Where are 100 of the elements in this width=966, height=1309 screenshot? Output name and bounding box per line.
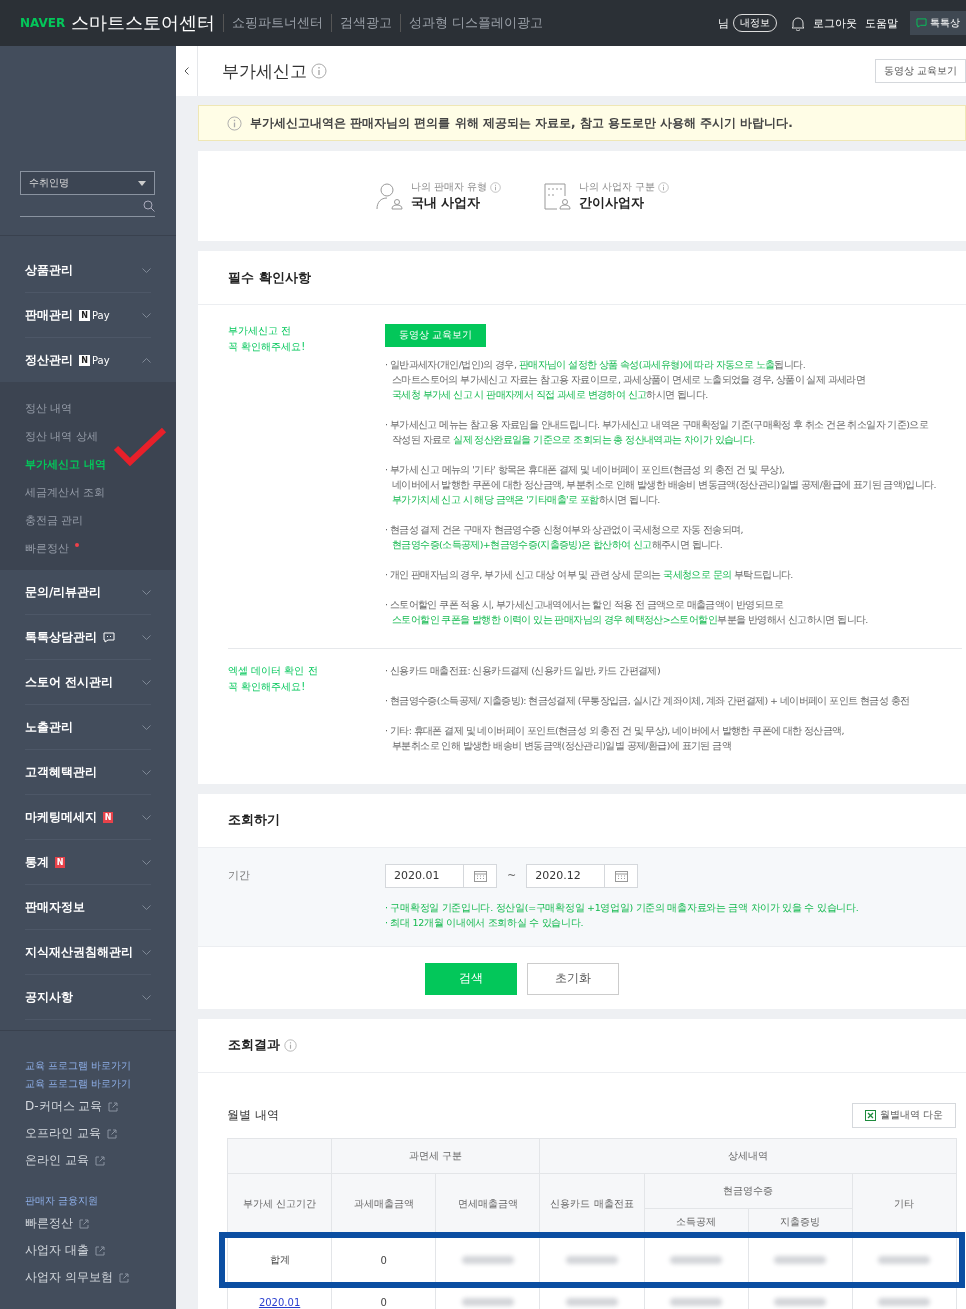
- external-link[interactable]: 온라인 교육: [25, 1147, 151, 1174]
- menu-label: 마케팅메세지: [25, 808, 97, 826]
- notice-bullet: · 개인 판매자님의 경우, 부가세 신고 대상 여부 및 관련 상세 문의는 국세청으로 문의 부탁드립니다.: [385, 567, 794, 582]
- page-title: 부가세신고: [222, 59, 307, 83]
- external-link[interactable]: D-커머스 교육: [25, 1093, 151, 1120]
- info-icon: [284, 1038, 297, 1052]
- menu-label: 정산관리: [25, 351, 73, 369]
- chevron-down-icon: [142, 814, 151, 820]
- chevron-down-icon: [142, 267, 151, 273]
- reset-button[interactable]: 초기화: [527, 962, 619, 995]
- column-header: 기타: [852, 1173, 957, 1235]
- pay-label: Pay: [92, 309, 110, 321]
- sidebar-menu-item[interactable]: 톡톡상담관리: [25, 615, 151, 660]
- search-icon: [143, 199, 155, 212]
- chevron-down-icon: [142, 994, 151, 1000]
- link-group-title: 교육 프로그램 바로가기: [25, 1059, 133, 1073]
- section-title: 조회하기: [228, 811, 280, 829]
- menu-label: 스토어 전시관리: [25, 673, 114, 691]
- external-link[interactable]: 빠른정산: [25, 1210, 151, 1237]
- end-date-field[interactable]: 2020.12: [526, 863, 639, 888]
- search-type-dropdown[interactable]: 수취인명: [20, 171, 155, 195]
- menu-label: 톡톡상담관리: [25, 628, 97, 646]
- submenu-item[interactable]: 빠른정산: [25, 534, 151, 562]
- column-header: 면세매출금액: [435, 1173, 540, 1235]
- chevron-down-icon: [142, 724, 151, 730]
- notification-dot: [75, 543, 79, 547]
- external-link[interactable]: 사업자 대출: [25, 1237, 151, 1264]
- notice-bullet: · 신용카드 매출전표: 신용카드결제 (신용카드 일반, 카드 간편결제): [385, 663, 661, 678]
- external-link[interactable]: 사업자 의무보험: [25, 1264, 151, 1291]
- logout-link[interactable]: 로그아웃: [813, 15, 857, 31]
- external-link-icon: [108, 1101, 119, 1112]
- section-title: 필수 확인사항: [228, 268, 311, 287]
- column-header: 부가세 신고기간: [227, 1173, 332, 1235]
- start-date-field[interactable]: 2020.01: [385, 863, 497, 888]
- header-link[interactable]: 성과형 디스플레이광고: [400, 14, 552, 32]
- submenu-item[interactable]: 부가세신고 내역: [25, 450, 151, 478]
- info-label: 나의 판매자 유형: [410, 180, 487, 194]
- menu-label: 판매자정보: [25, 898, 85, 916]
- info-icon: [658, 181, 670, 193]
- submenu-item[interactable]: 정산 내역: [25, 394, 151, 422]
- help-link[interactable]: 도움말: [865, 15, 898, 31]
- month-link[interactable]: 2020.01: [258, 1297, 301, 1308]
- submenu-item[interactable]: 정산 내역 상세: [25, 422, 151, 450]
- menu-label: 통계: [25, 853, 49, 871]
- column-group-header: 과면세 구분: [331, 1138, 540, 1173]
- submenu-item[interactable]: 충전금 관리: [25, 506, 151, 534]
- sidebar-menu-item[interactable]: 마케팅메세지 N: [25, 795, 151, 840]
- chevron-down-icon: [142, 634, 151, 640]
- new-badge: N: [55, 856, 65, 868]
- excel-download-button[interactable]: 월별내역 다운: [851, 1102, 956, 1128]
- user-name: 님: [718, 15, 729, 31]
- hint-text: · 구매확정일 기준입니다. 정산일(=구매확정일 +1영업일) 기준의 매출자료와는 금액 차이가 있을 수 있습니다.: [385, 900, 860, 915]
- menu-label: 공지사항: [25, 988, 73, 1006]
- notice-bullet: · 스토어할인 쿠폰 적용 시, 부가세신고내역에서는 할인 적용 전 금액으로 매출금액이 반영되므로 스토어할인 쿠폰을 발행한 이력이 있는 판매자님의 경우 혜택정산>스토어할인부분을 반영해서 신고하시면 됩니다.: [385, 597, 869, 627]
- section-title: 조회결과: [228, 1036, 280, 1054]
- menu-label: 판매관리: [25, 306, 73, 324]
- sidebar-menu-item[interactable]: 상품관리: [25, 248, 151, 293]
- sidebar-menu-item[interactable]: 판매자정보: [25, 885, 151, 930]
- submenu-item[interactable]: 세금계산서 조회: [25, 478, 151, 506]
- caret-icon: [138, 180, 146, 186]
- external-link-icon: [118, 1272, 129, 1283]
- calendar-icon: [614, 869, 628, 882]
- video-tutorial-button[interactable]: 동영상 교육보기: [874, 59, 966, 83]
- npay-logo: N: [79, 309, 90, 321]
- section-label: 부가세신고 전 꼭 확인해주세요!: [228, 324, 307, 354]
- external-link[interactable]: 오프라인 교육: [25, 1120, 151, 1147]
- external-link-icon: [79, 1218, 89, 1229]
- header-link[interactable]: 쇼핑파트너센터: [223, 14, 332, 32]
- info-icon: [311, 63, 327, 79]
- sidebar-menu-item[interactable]: 고객혜택관리: [25, 750, 151, 795]
- chevron-up-icon: [142, 357, 151, 363]
- header-link[interactable]: 검색광고: [331, 14, 401, 32]
- sidebar-menu-item[interactable]: 문의/리뷰관리: [25, 570, 151, 615]
- sidebar-menu-item[interactable]: 통계 N: [25, 840, 151, 885]
- pay-label: Pay: [92, 354, 110, 366]
- field-label: 기간: [228, 868, 251, 883]
- bell-icon[interactable]: [791, 15, 805, 31]
- sidebar-menu-item[interactable]: 스토어 전시관리: [25, 660, 151, 705]
- chevron-down-icon: [142, 312, 151, 318]
- notice-bullet: · 부가세 신고 메뉴의 '기타' 항목은 휴대폰 결제 및 네이버페이 포인트(현금성 외 충전 건 및 무상), 네이버에서 발행한 쿠폰에 대한 정산금액, 부분취소로 인해 발생한 배송비 변동금액(정산관리)일별 공제/환급에 표기된 금액)입니다. 부가가치세 신고 시 해당 금액은 '기타매출'로 포함하시면 됩니다.: [385, 462, 937, 507]
- sidebar-menu-item[interactable]: 판매관리 N Pay: [25, 293, 151, 338]
- notice-bullet: · 현금성 결제 건은 구매자 현금영수증 신청여부와 상관없이 국세청으로 자동 전송되며, 현금영수증(소득공제)+현금영수증(지출증빙)은 합산하여 신고해주시면 됩니다.: [385, 522, 745, 552]
- chevron-down-icon: [142, 859, 151, 865]
- chevron-left-icon: [184, 67, 189, 75]
- menu-label: 지식재산권침해관리: [25, 943, 133, 961]
- sidebar-menu-item[interactable]: 노출관리: [25, 705, 151, 750]
- menu-label: 상품관리: [25, 261, 73, 279]
- info-value: 국내 사업자: [410, 194, 482, 212]
- sidebar-menu-item[interactable]: 공지사항: [25, 975, 151, 1020]
- building-icon: [543, 181, 573, 211]
- link-group-title: 판매자 금융지원: [25, 1194, 100, 1208]
- chat-icon: [103, 631, 115, 643]
- sidebar-menu-item[interactable]: 지식재산권침해관리: [25, 930, 151, 975]
- notice-bullet: · 부가세신고 메뉴는 참고용 자료임을 안내드립니다. 부가세신고 내역은 구매확정일 기준(구매확정 후 취소 건은 취소일자 기준)으로 작성된 자료로 실제 정산완료일을 기준으로 조회되는 총 정산내역과는 차이가 있습니다.: [385, 417, 930, 447]
- link-group-title: 교육 프로그램 바로가기: [25, 1077, 133, 1091]
- external-link-icon: [106, 1128, 117, 1139]
- talk-button[interactable]: 톡톡상: [910, 11, 966, 35]
- excel-icon: [864, 1109, 876, 1121]
- chevron-down-icon: [142, 679, 151, 685]
- info-label: 나의 사업자 구분: [579, 180, 656, 194]
